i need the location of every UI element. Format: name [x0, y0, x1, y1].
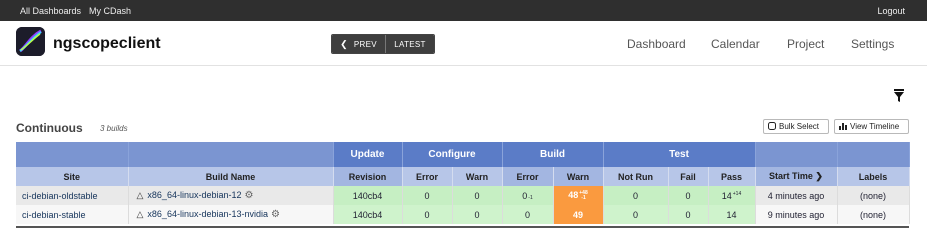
- build-name-link[interactable]: x86_64-linux-debian-12: [147, 190, 241, 200]
- group-blank: [755, 142, 838, 167]
- start-time-cell: 4 minutes ago: [755, 186, 838, 205]
- project-logo-icon[interactable]: [16, 27, 45, 56]
- build-name-cell: △ x86_64-linux-debian-12 ⚙: [128, 186, 334, 205]
- revision-cell[interactable]: 140cb4: [333, 186, 403, 205]
- test-fail-cell[interactable]: 0: [668, 205, 709, 224]
- menu-settings[interactable]: Settings: [851, 37, 894, 51]
- project-title[interactable]: ngscopeclient: [53, 35, 161, 53]
- col-revision[interactable]: Revision: [333, 167, 403, 186]
- prev-button[interactable]: ❮ PREV: [332, 35, 386, 53]
- filter-icon[interactable]: [893, 89, 905, 103]
- test-not-run-cell[interactable]: 0: [603, 186, 669, 205]
- linux-icon: △: [136, 209, 144, 219]
- build-warn-cell[interactable]: 48 +48 -1: [553, 186, 604, 205]
- test-pass-delta: +14: [732, 190, 742, 197]
- build-group-title: Continuous: [16, 121, 83, 135]
- column-header: Site Build Name Revision Error Warn Erro…: [16, 167, 910, 186]
- menu-project[interactable]: Project: [787, 37, 824, 51]
- chevron-left-icon: ❮: [340, 38, 348, 49]
- project-header: ngscopeclient ❮ PREV LATEST Dashboard Ca…: [0, 21, 927, 66]
- build-error-value: 0: [522, 190, 528, 201]
- menu-dashboard[interactable]: Dashboard: [627, 37, 686, 51]
- test-pass-cell[interactable]: 14: [708, 205, 756, 224]
- build-name-cell: △ x86_64-linux-debian-13-nvidia ⚙: [128, 205, 334, 224]
- table-row: ci-debian-oldstable △ x86_64-linux-debian…: [16, 186, 910, 205]
- col-configure-error[interactable]: Error: [402, 167, 453, 186]
- build-count: 3 builds: [100, 124, 128, 133]
- logout-link[interactable]: Logout: [877, 6, 905, 16]
- col-site[interactable]: Site: [16, 167, 129, 186]
- col-configure-warn[interactable]: Warn: [452, 167, 503, 186]
- my-cdash-link[interactable]: My CDash: [89, 6, 131, 16]
- site-link[interactable]: ci-debian-oldstable: [16, 186, 129, 205]
- labels-cell: (none): [837, 205, 910, 224]
- all-dashboards-link[interactable]: All Dashboards: [20, 6, 81, 16]
- build-name-link[interactable]: x86_64-linux-debian-13-nvidia: [147, 209, 268, 219]
- test-pass-cell[interactable]: 14+14: [708, 186, 756, 205]
- start-time-cell: 9 minutes ago: [755, 205, 838, 224]
- site-link[interactable]: ci-debian-stable: [16, 205, 129, 224]
- col-test-pass[interactable]: Pass: [708, 167, 756, 186]
- group-blank: [837, 142, 910, 167]
- build-error-cell[interactable]: 0-1: [502, 186, 554, 205]
- build-navigation: ❮ PREV LATEST: [331, 34, 435, 54]
- view-timeline-button[interactable]: View Timeline: [834, 119, 909, 134]
- configure-warn-cell[interactable]: 0: [452, 205, 503, 224]
- table-bottom-border: [16, 226, 909, 228]
- col-labels[interactable]: Labels: [837, 167, 910, 186]
- group-blank: [16, 142, 129, 167]
- col-build-error[interactable]: Error: [502, 167, 554, 186]
- group-build: Build: [502, 142, 604, 167]
- top-navigation-bar: All Dashboards My CDash Logout: [0, 0, 927, 21]
- labels-cell: (none): [837, 186, 910, 205]
- prev-label: PREV: [353, 39, 377, 49]
- build-warn-cell[interactable]: 49: [553, 205, 604, 224]
- sort-descending-icon: ❯: [815, 171, 823, 181]
- group-test: Test: [603, 142, 756, 167]
- build-warn-delta-down: -1: [581, 194, 586, 201]
- revision-cell[interactable]: 140cb4: [333, 205, 403, 224]
- column-group-header: Update Configure Build Test: [16, 142, 910, 167]
- gear-icon[interactable]: ⚙: [245, 190, 254, 201]
- configure-error-cell[interactable]: 0: [402, 186, 453, 205]
- bulk-select-label: Bulk Select: [779, 122, 820, 131]
- builds-table: Update Configure Build Test Site Build N…: [16, 142, 910, 224]
- build-error-delta: -1: [528, 194, 533, 201]
- configure-warn-cell[interactable]: 0: [452, 186, 503, 205]
- test-pass-value: 14: [721, 190, 732, 201]
- test-not-run-cell[interactable]: 0: [603, 205, 669, 224]
- col-test-fail[interactable]: Fail: [668, 167, 709, 186]
- menu-calendar[interactable]: Calendar: [711, 37, 760, 51]
- group-update: Update: [333, 142, 403, 167]
- test-fail-cell[interactable]: 0: [668, 186, 709, 205]
- group-configure: Configure: [402, 142, 503, 167]
- start-time-label: Start Time: [769, 171, 813, 181]
- configure-error-cell[interactable]: 0: [402, 205, 453, 224]
- view-timeline-label: View Timeline: [850, 122, 900, 131]
- linux-icon: △: [136, 190, 144, 200]
- build-warn-value: 48: [568, 190, 579, 201]
- table-row: ci-debian-stable △ x86_64-linux-debian-13…: [16, 205, 910, 224]
- build-error-cell[interactable]: 0: [502, 205, 554, 224]
- bar-chart-icon: [839, 122, 847, 132]
- gear-icon[interactable]: ⚙: [271, 209, 280, 220]
- col-build-warn[interactable]: Warn: [553, 167, 604, 186]
- checkbox-icon: [768, 121, 776, 132]
- bulk-select-button[interactable]: Bulk Select: [763, 119, 829, 134]
- col-build-name[interactable]: Build Name: [128, 167, 334, 186]
- col-test-not-run[interactable]: Not Run: [603, 167, 669, 186]
- col-start-time[interactable]: Start Time ❯: [755, 167, 838, 186]
- group-blank: [128, 142, 334, 167]
- latest-button[interactable]: LATEST: [386, 35, 434, 53]
